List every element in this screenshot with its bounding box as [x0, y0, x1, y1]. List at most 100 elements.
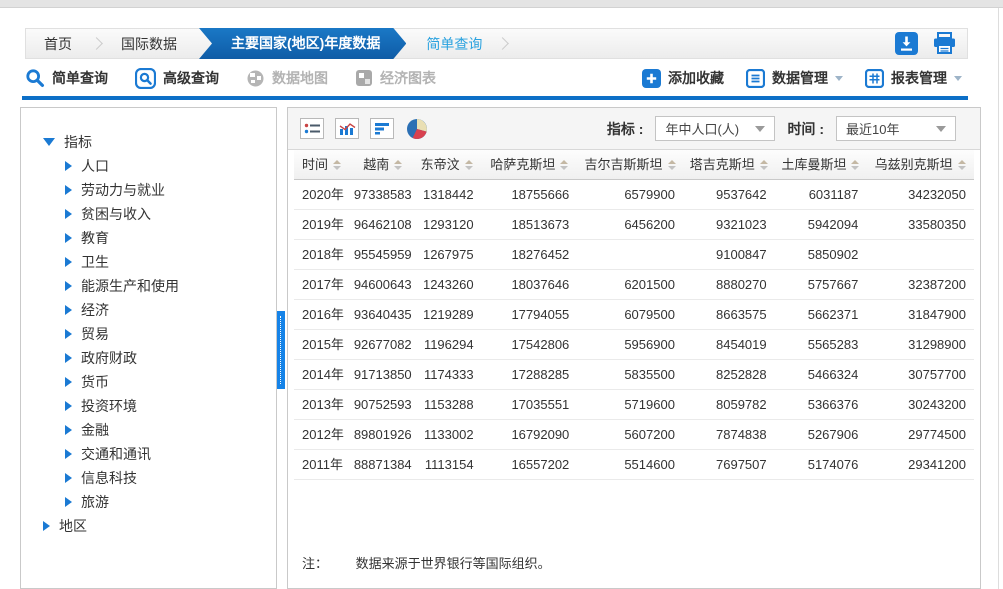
sidebar-item-10[interactable]: 投资环境	[21, 394, 276, 418]
chevron-right-icon	[65, 449, 72, 459]
value-cell: 6456200	[577, 210, 683, 239]
sidebar-tree: 指标 人口 劳动力与就业 贫困与收入 教育 卫生 能源生产和使用 经济 贸易 政…	[21, 130, 276, 538]
value-cell: 95545959	[354, 240, 412, 269]
value-cell: 17542806	[482, 330, 578, 359]
chevron-right-icon	[65, 233, 72, 243]
value-cell: 31847900	[866, 300, 974, 329]
sidebar-item-label: 政府财政	[81, 348, 137, 368]
report-manage-button[interactable]: 报表管理	[865, 68, 962, 88]
sort-icon[interactable]	[668, 160, 676, 170]
sidebar-item-label: 经济	[81, 300, 109, 320]
sidebar-item-7[interactable]: 贸易	[21, 322, 276, 346]
data-map-button[interactable]: 数据地图	[246, 68, 328, 88]
data-map-icon	[246, 69, 265, 88]
table-row: 2011年88871384111315416557202551460076975…	[294, 450, 974, 480]
column-header-6[interactable]: 土库曼斯坦	[775, 150, 867, 179]
sidebar-item-4[interactable]: 卫生	[21, 250, 276, 274]
year-cell: 2015年	[294, 330, 354, 359]
breadcrumb-separator-icon	[90, 37, 103, 50]
value-cell: 18513673	[482, 210, 578, 239]
sort-icon[interactable]	[851, 160, 859, 170]
value-cell: 30243200	[866, 390, 974, 419]
data-table: 时间 越南 东帝汶 哈萨克斯坦 吉尔吉斯斯坦 塔吉克斯坦 土库曼斯坦 乌兹别克斯…	[294, 150, 974, 480]
sort-icon[interactable]	[333, 160, 341, 170]
column-header-4[interactable]: 吉尔吉斯斯坦	[577, 150, 683, 179]
sidebar-item-indicators[interactable]: 指标	[21, 130, 276, 154]
sidebar-item-13[interactable]: 信息科技	[21, 466, 276, 490]
sort-icon[interactable]	[760, 160, 768, 170]
chevron-right-icon	[65, 329, 72, 339]
sort-icon[interactable]	[958, 160, 966, 170]
value-cell: 6031187	[775, 180, 867, 209]
sort-icon[interactable]	[394, 160, 402, 170]
value-cell: 96462108	[354, 210, 412, 239]
value-cell: 5565283	[775, 330, 867, 359]
table-row: 2020年97338583131844218755666657990095376…	[294, 180, 974, 210]
column-header-5[interactable]: 塔吉克斯坦	[683, 150, 775, 179]
sort-icon[interactable]	[560, 160, 568, 170]
simple-query-button[interactable]: 简单查询	[25, 68, 108, 88]
print-button[interactable]	[932, 32, 957, 55]
sidebar-item-2[interactable]: 贫困与收入	[21, 202, 276, 226]
value-cell: 6579900	[577, 180, 683, 209]
view-bar-chart-button[interactable]	[335, 118, 359, 139]
breadcrumb-international-data[interactable]: 国际数据	[103, 34, 195, 54]
sidebar-item-label: 投资环境	[81, 396, 137, 416]
value-cell: 5835500	[577, 360, 683, 389]
view-pie-chart-button[interactable]	[406, 118, 428, 140]
advanced-query-button[interactable]: 高级查询	[135, 68, 219, 89]
value-cell: 9100847	[683, 240, 775, 269]
download-button[interactable]	[895, 32, 918, 55]
filters: 指标 : 年中人口(人) 时间 : 最近10年	[607, 116, 968, 141]
value-cell: 5366376	[775, 390, 867, 419]
column-header-label: 土库曼斯坦	[781, 150, 846, 179]
year-cell: 2013年	[294, 390, 354, 419]
sidebar-item-3[interactable]: 教育	[21, 226, 276, 250]
breadcrumb-simple-query-link[interactable]: 简单查询	[426, 34, 482, 54]
sidebar-item-0[interactable]: 人口	[21, 154, 276, 178]
table-row: 2017年94600643124326018037646620150088802…	[294, 270, 974, 300]
sidebar-item-14[interactable]: 旅游	[21, 490, 276, 514]
sidebar-item-5[interactable]: 能源生产和使用	[21, 274, 276, 298]
chevron-right-icon	[65, 257, 72, 267]
column-header-0[interactable]: 时间	[294, 150, 354, 179]
chevron-right-icon	[65, 305, 72, 315]
value-cell: 6201500	[577, 270, 683, 299]
sidebar-item-8[interactable]: 政府财政	[21, 346, 276, 370]
sidebar-scrollbar-thumb[interactable]	[277, 311, 285, 389]
value-cell: 5466324	[775, 360, 867, 389]
indicator-select[interactable]: 年中人口(人)	[655, 116, 775, 141]
column-header-7[interactable]: 乌兹别克斯坦	[866, 150, 974, 179]
sidebar-item-1[interactable]: 劳动力与就业	[21, 178, 276, 202]
sidebar-item-9[interactable]: 货币	[21, 370, 276, 394]
column-header-label: 哈萨克斯坦	[490, 150, 555, 179]
chevron-right-icon	[65, 473, 72, 483]
breadcrumb-active-tab[interactable]: 主要国家(地区)年度数据	[199, 28, 406, 59]
year-cell: 2012年	[294, 420, 354, 449]
column-header-3[interactable]: 哈萨克斯坦	[481, 150, 577, 179]
sidebar-item-label: 能源生产和使用	[81, 276, 179, 296]
sidebar-item-6[interactable]: 经济	[21, 298, 276, 322]
column-header-2[interactable]: 东帝汶	[412, 150, 482, 179]
value-cell: 5174076	[775, 450, 867, 479]
sidebar-item-11[interactable]: 金融	[21, 418, 276, 442]
table-row: 2012年89801926113300216792090560720078748…	[294, 420, 974, 450]
time-select[interactable]: 最近10年	[836, 116, 956, 141]
value-cell: 8454019	[683, 330, 775, 359]
add-favorite-button[interactable]: 添加收藏	[642, 68, 724, 88]
view-hbar-chart-button[interactable]	[370, 118, 394, 139]
value-cell: 30757700	[866, 360, 974, 389]
sidebar-item-label: 地区	[59, 516, 87, 536]
sort-icon[interactable]	[465, 160, 473, 170]
econ-chart-button[interactable]: 经济图表	[355, 68, 436, 88]
sidebar-item-label: 劳动力与就业	[81, 180, 165, 200]
value-cell: 5267906	[775, 420, 867, 449]
breadcrumb-home[interactable]: 首页	[26, 34, 90, 54]
table-row: 2018年95545959126797518276452910084758509…	[294, 240, 974, 270]
data-manage-button[interactable]: 数据管理	[746, 68, 843, 88]
sidebar-item-region[interactable]: 地区	[21, 514, 276, 538]
value-cell: 16792090	[482, 420, 578, 449]
column-header-1[interactable]: 越南	[354, 150, 412, 179]
view-list-button[interactable]	[300, 118, 324, 139]
sidebar-item-12[interactable]: 交通和通讯	[21, 442, 276, 466]
